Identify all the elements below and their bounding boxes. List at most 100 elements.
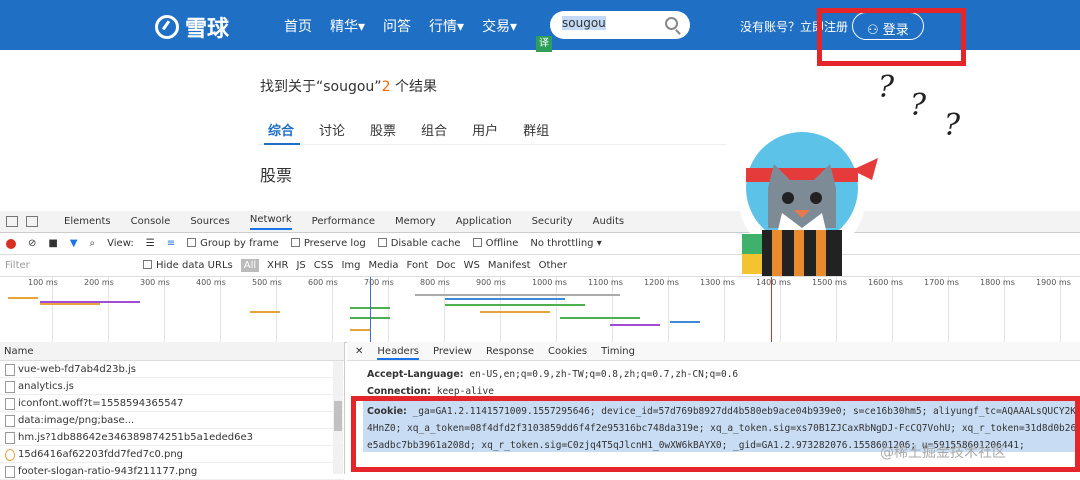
close-icon[interactable]: ✕ xyxy=(355,346,363,360)
filter-all[interactable]: All xyxy=(240,259,260,272)
preserve-log-checkbox[interactable]: Preserve log xyxy=(290,238,366,249)
tab-audits[interactable]: Audits xyxy=(593,216,624,227)
tab-groups[interactable]: 群组 xyxy=(523,120,549,139)
filter-font[interactable]: Font xyxy=(407,260,429,271)
hide-data-urls-checkbox[interactable]: Hide data URLs xyxy=(143,260,233,271)
waterfall-bar xyxy=(445,298,565,300)
view-list-icon[interactable]: ☰ xyxy=(146,238,155,249)
waterfall-bar xyxy=(415,294,620,296)
timeline-tick-label: 1300 ms xyxy=(700,278,735,287)
waterfall-bar xyxy=(445,304,585,306)
waterfall-bar xyxy=(350,329,370,331)
filter-ws[interactable]: WS xyxy=(464,260,480,271)
filter-other[interactable]: Other xyxy=(539,260,567,271)
tab-response[interactable]: Response xyxy=(486,346,534,360)
filter-doc[interactable]: Doc xyxy=(436,260,455,271)
offline-checkbox[interactable]: Offline xyxy=(472,238,518,249)
filter-xhr[interactable]: XHR xyxy=(267,260,288,271)
tab-console[interactable]: Console xyxy=(131,216,171,227)
tab-cookies[interactable]: Cookies xyxy=(548,346,587,360)
timeline-tick-label: 1700 ms xyxy=(924,278,959,287)
tab-all[interactable]: 综合 xyxy=(268,120,294,139)
search-icon[interactable] xyxy=(665,17,678,30)
timeline-tick-label: 700 ms xyxy=(364,278,394,287)
tab-headers[interactable]: Headers xyxy=(377,346,420,360)
timeline-tick-label: 500 ms xyxy=(252,278,282,287)
tab-network[interactable]: Network xyxy=(249,214,292,230)
tab-discussion[interactable]: 讨论 xyxy=(319,120,345,139)
timeline-tick-label: 1000 ms xyxy=(532,278,567,287)
waterfall-bar xyxy=(8,297,38,299)
question-mark-icon: ? xyxy=(878,70,895,105)
network-overview[interactable]: 100 ms 200 ms 300 ms 400 ms 500 ms 600 ms 700 … xyxy=(0,277,1080,343)
tab-sources[interactable]: Sources xyxy=(190,216,230,227)
waterfall-bar xyxy=(480,311,550,313)
timeline-tick-label: 100 ms xyxy=(28,278,58,287)
tab-users[interactable]: 用户 xyxy=(472,120,498,139)
request-row[interactable]: data:image/png;base... xyxy=(0,412,344,429)
filter-manifest[interactable]: Manifest xyxy=(488,260,531,271)
view-waterfall-icon[interactable]: ≡ xyxy=(167,238,175,249)
request-row[interactable]: 15d6416af62203fdd7fed7c0.png xyxy=(0,446,344,463)
timeline-tick-label: 400 ms xyxy=(196,278,226,287)
nav-market[interactable]: 行情▾ xyxy=(429,16,464,36)
device-toggle-icon[interactable] xyxy=(26,216,38,227)
nav-trade[interactable]: 交易▾ xyxy=(482,16,517,36)
record-icon[interactable] xyxy=(6,238,16,249)
devtools-tabbar: Elements Console Sources Network Perform… xyxy=(0,211,1080,233)
camera-icon[interactable]: ■ xyxy=(48,238,57,249)
timeline-tick-label: 1800 ms xyxy=(980,278,1015,287)
nav-home[interactable]: 首页 xyxy=(284,16,312,36)
detail-tabs: ✕ Headers Preview Response Cookies Timin… xyxy=(347,342,1080,361)
network-toolbar: ⊘ ■ ▼ ⌕ View: ☰ ≡ Group by frame Preserv… xyxy=(0,233,1080,255)
filter-input[interactable]: Filter xyxy=(5,260,135,271)
tab-preview[interactable]: Preview xyxy=(433,346,472,360)
highlight-box-login xyxy=(817,8,966,66)
tab-stocks[interactable]: 股票 xyxy=(370,120,396,139)
filter-media[interactable]: Media xyxy=(369,260,399,271)
timeline-tick-label: 200 ms xyxy=(84,278,114,287)
tab-elements[interactable]: Elements xyxy=(64,216,111,227)
filter-img[interactable]: Img xyxy=(341,260,360,271)
request-row[interactable]: iconfont.woff?t=1558594365547 xyxy=(0,395,344,412)
search-icon[interactable]: ⌕ xyxy=(90,238,96,249)
timeline-tick-label: 800 ms xyxy=(420,278,450,287)
waterfall-bar xyxy=(610,324,660,326)
scrollbar-thumb[interactable] xyxy=(334,401,342,431)
tab-memory[interactable]: Memory xyxy=(395,216,436,227)
name-column-header[interactable]: Name xyxy=(0,342,344,361)
tab-timing[interactable]: Timing xyxy=(601,346,635,360)
nav-featured[interactable]: 精华▾ xyxy=(330,16,365,36)
clear-icon[interactable]: ⊘ xyxy=(28,238,36,249)
scrollbar[interactable] xyxy=(333,361,343,474)
disable-cache-checkbox[interactable]: Disable cache xyxy=(377,238,461,249)
tab-portfolio[interactable]: 组合 xyxy=(421,120,447,139)
filter-icon[interactable]: ▼ xyxy=(70,238,78,249)
search-input[interactable]: sougou xyxy=(550,11,690,39)
request-row[interactable]: vue-web-fd7ab4d23b.js xyxy=(0,361,344,378)
tab-security[interactable]: Security xyxy=(532,216,573,227)
translate-badge[interactable]: 译 xyxy=(536,36,552,52)
waterfall-bar xyxy=(670,321,700,323)
request-row[interactable]: footer-slogan-ratio-943f211177.png xyxy=(0,463,344,480)
inspect-icon[interactable] xyxy=(6,216,18,227)
main-nav: 首页 精华▾ 问答 行情▾ 交易▾ xyxy=(284,16,517,36)
active-tab-indicator xyxy=(264,143,300,145)
group-by-frame-checkbox[interactable]: Group by frame xyxy=(187,238,279,249)
timeline-tick-label: 1100 ms xyxy=(588,278,623,287)
throttle-select[interactable]: No throttling ▾ xyxy=(530,238,601,249)
request-row[interactable]: hm.js?1db88642e346389874251b5a1eded6e3 xyxy=(0,429,344,446)
watermark: @稀土掘金技术社区 xyxy=(880,445,1006,461)
site-logo[interactable]: 雪球 xyxy=(155,11,229,43)
logo-icon xyxy=(155,15,179,39)
nav-qa[interactable]: 问答 xyxy=(383,16,411,36)
filter-css[interactable]: CSS xyxy=(314,260,334,271)
tab-application[interactable]: Application xyxy=(456,216,512,227)
question-mark-icon: ? xyxy=(910,88,927,123)
request-row[interactable]: analytics.js xyxy=(0,378,344,395)
filter-js[interactable]: JS xyxy=(296,260,305,271)
timeline-tick-label: 1500 ms xyxy=(812,278,847,287)
tab-performance[interactable]: Performance xyxy=(312,216,375,227)
timeline-tick-label: 1900 ms xyxy=(1036,278,1071,287)
timeline-tick-label: 1600 ms xyxy=(868,278,903,287)
